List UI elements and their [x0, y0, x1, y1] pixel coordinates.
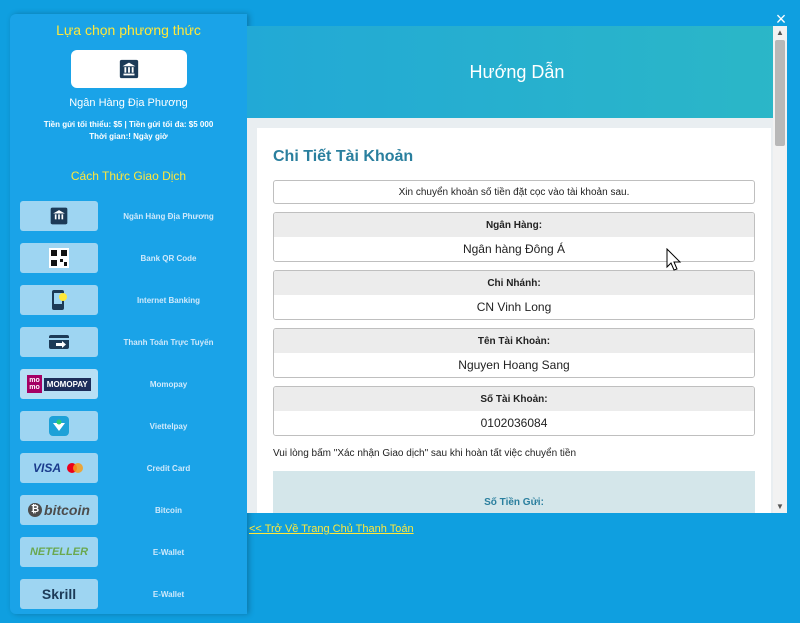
tx-method-internet-banking[interactable]: Internet Banking: [10, 279, 247, 321]
bank-icon: [119, 59, 138, 79]
tx-method-momopay[interactable]: mo mo MOMOPAY Momopay: [10, 363, 247, 405]
account-details-card: Chi Tiết Tài Khoản Xin chuyển khoản số t…: [257, 128, 771, 513]
tx-method-label: Bitcoin: [154, 505, 183, 515]
field-label: Ngân Hàng:: [274, 213, 754, 237]
scroll-up-icon[interactable]: ▲: [776, 28, 784, 37]
scrollbar[interactable]: ▲ ▼: [773, 26, 787, 513]
selected-method-name: Ngân Hàng Địa Phương: [69, 97, 188, 109]
neteller-logo: NETELLER: [20, 537, 98, 567]
tx-method-label: Viettelpay: [149, 421, 188, 431]
instructions-panel: Hướng Dẫn Chi Tiết Tài Khoản Xin chuyển …: [247, 26, 787, 513]
skrill-logo: Skrill: [20, 579, 98, 609]
tx-method-label: E-Wallet: [152, 547, 185, 557]
tx-method-qr[interactable]: Bank QR Code: [10, 237, 247, 279]
tx-method-label: Internet Banking: [136, 295, 201, 305]
deposit-amount-box: Số Tiền Gửi:: [273, 471, 755, 513]
account-number-field: Số Tài Khoản: 0102036084: [273, 386, 755, 436]
instructions-header: Hướng Dẫn: [247, 26, 787, 118]
account-name-field: Tên Tài Khoản: Nguyen Hoang Sang: [273, 328, 755, 378]
tx-method-label: Momopay: [149, 379, 188, 389]
field-label: Tên Tài Khoản:: [274, 329, 754, 353]
back-to-payment-home-link[interactable]: << Trở Về Trang Chủ Thanh Toán: [249, 523, 414, 535]
transaction-methods-heading: Cách Thức Giao Dịch: [70, 169, 187, 183]
confirm-note: Vui lòng bấm "Xác nhận Giao dịch" sau kh…: [273, 448, 577, 459]
field-label: Số Tài Khoản:: [274, 387, 754, 411]
tx-method-online-payment[interactable]: Thanh Toán Trực Tuyến: [10, 321, 247, 363]
tx-method-label: Bank QR Code: [140, 253, 197, 263]
selected-method-card[interactable]: [70, 50, 187, 88]
field-value[interactable]: CN Vinh Long: [274, 295, 754, 319]
tx-method-viettelpay[interactable]: Viettelpay: [10, 405, 247, 447]
scroll-down-icon[interactable]: ▼: [776, 502, 784, 511]
visa-mastercard-logo: VISA: [20, 453, 98, 483]
field-value[interactable]: Nguyen Hoang Sang: [274, 353, 754, 377]
selected-method-limits: Tiền gửi tối thiểu: $5 | Tiền gửi tối đa…: [43, 120, 214, 129]
tx-method-label: Ngân Hàng Địa Phương: [123, 211, 214, 221]
tx-method-label: Thanh Toán Trực Tuyến: [123, 337, 214, 347]
payment-modal: × Lựa chọn phương thức Ngân Hàng Địa Phư…: [0, 0, 800, 623]
scroll-thumb[interactable]: [775, 40, 785, 146]
tx-method-bitcoin[interactable]: ₿ bitcoin Bitcoin: [10, 489, 247, 531]
tx-method-local-bank[interactable]: Ngân Hàng Địa Phương: [10, 195, 247, 237]
card-arrow-icon: [20, 327, 98, 357]
tx-method-skrill[interactable]: Skrill E-Wallet: [10, 573, 247, 615]
tx-method-neteller[interactable]: NETELLER E-Wallet: [10, 531, 247, 573]
payment-sidebar: Lựa chọn phương thức Ngân Hàng Địa Phươn…: [10, 14, 247, 614]
mouse-cursor-icon: [666, 248, 682, 271]
bank-field: Ngân Hàng: Ngân hàng Đông Á: [273, 212, 755, 262]
branch-field: Chi Nhánh: CN Vinh Long: [273, 270, 755, 320]
qr-icon: [20, 243, 98, 273]
viettel-icon: [20, 411, 98, 441]
selected-method-time: Thời gian:! Ngày giờ: [89, 132, 168, 141]
field-label: Chi Nhánh:: [274, 271, 754, 295]
bitcoin-logo: ₿ bitcoin: [20, 495, 98, 525]
bank-icon: [20, 201, 98, 231]
tx-method-label: E-Wallet: [152, 589, 185, 599]
tx-method-credit-card[interactable]: VISA Credit Card: [10, 447, 247, 489]
field-value[interactable]: 0102036084: [274, 411, 754, 435]
momopay-logo: mo mo MOMOPAY: [20, 369, 98, 399]
tx-method-label: Credit Card: [146, 463, 191, 473]
transaction-methods-list: Ngân Hàng Địa Phương Bank QR Code Intern…: [10, 195, 247, 615]
account-details-title: Chi Tiết Tài Khoản: [273, 148, 414, 165]
phone-icon: [20, 285, 98, 315]
transfer-intro: Xin chuyển khoản số tiền đặt cọc vào tài…: [273, 180, 755, 204]
sidebar-heading: Lựa chọn phương thức: [56, 22, 201, 38]
field-value[interactable]: Ngân hàng Đông Á: [274, 237, 754, 261]
